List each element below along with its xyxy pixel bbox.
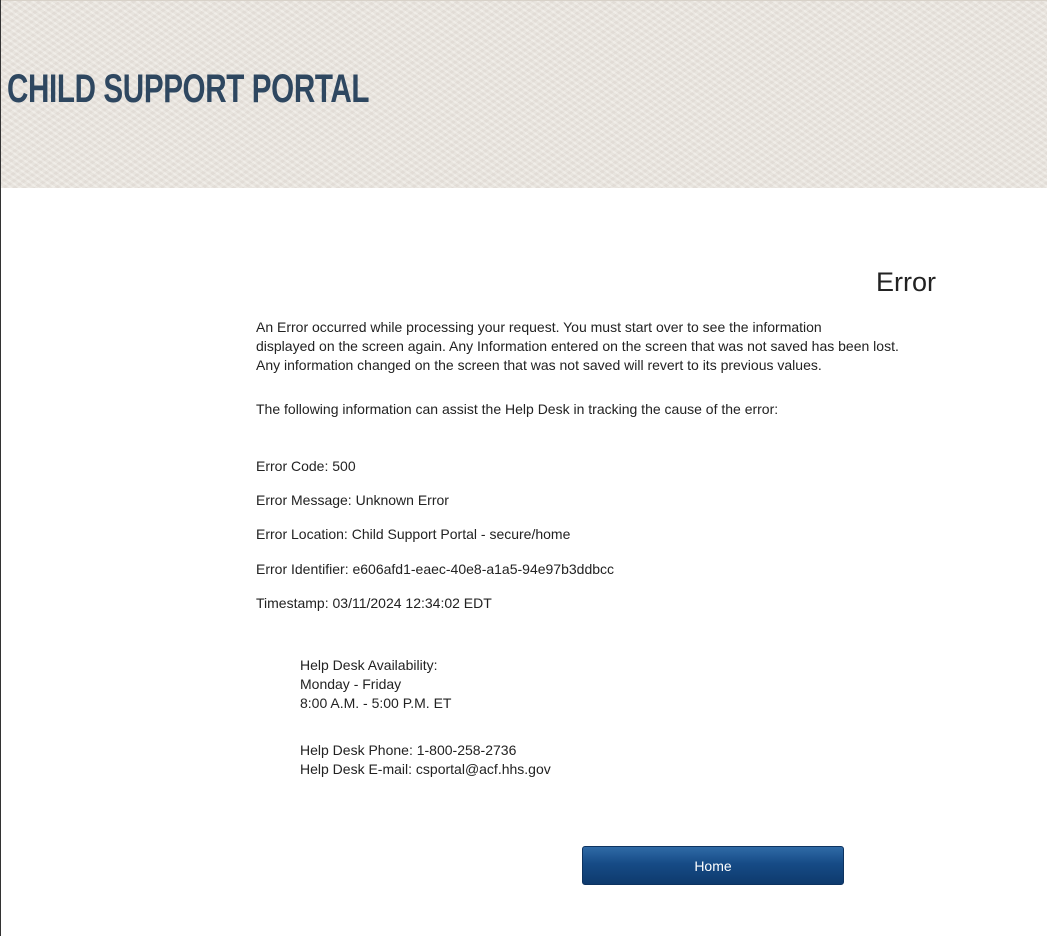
error-heading: Error (256, 264, 936, 300)
portal-title: CHILD SUPPORT PORTAL (7, 67, 370, 111)
error-heading-text: Error (876, 267, 936, 297)
error-intro-line: Any information changed on the screen th… (256, 357, 822, 373)
home-button[interactable]: Home (582, 846, 844, 885)
assist-text: The following information can assist the… (256, 401, 779, 417)
help-desk-email: Help Desk E-mail: csportal@acf.hhs.gov (300, 761, 551, 777)
error-identifier: Error Identifier: e606afd1-eaec-40e8-a1a… (256, 561, 615, 577)
error-intro-line: An Error occurred while processing your … (256, 319, 822, 335)
error-intro: An Error occurred while processing your … (256, 318, 899, 375)
help-desk-hours: 8:00 A.M. - 5:00 P.M. ET (300, 695, 452, 711)
error-code: Error Code: 500 (256, 458, 356, 474)
error-message: Error Message: Unknown Error (256, 492, 449, 508)
error-intro-line: displayed on the screen again. Any Infor… (256, 338, 899, 354)
help-desk-days: Monday - Friday (300, 676, 402, 692)
error-timestamp: Timestamp: 03/11/2024 12:34:02 EDT (256, 595, 492, 611)
help-desk-availability-label: Help Desk Availability: (300, 657, 438, 673)
help-desk-phone: Help Desk Phone: 1-800-258-2736 (300, 742, 517, 758)
error-location: Error Location: Child Support Portal - s… (256, 526, 571, 542)
help-desk-availability: Help Desk Availability: Monday - Friday … (300, 656, 451, 713)
portal-header: CHILD SUPPORT PORTAL (1, 0, 1047, 188)
help-desk-contact: Help Desk Phone: 1-800-258-2736 Help Des… (300, 741, 551, 779)
